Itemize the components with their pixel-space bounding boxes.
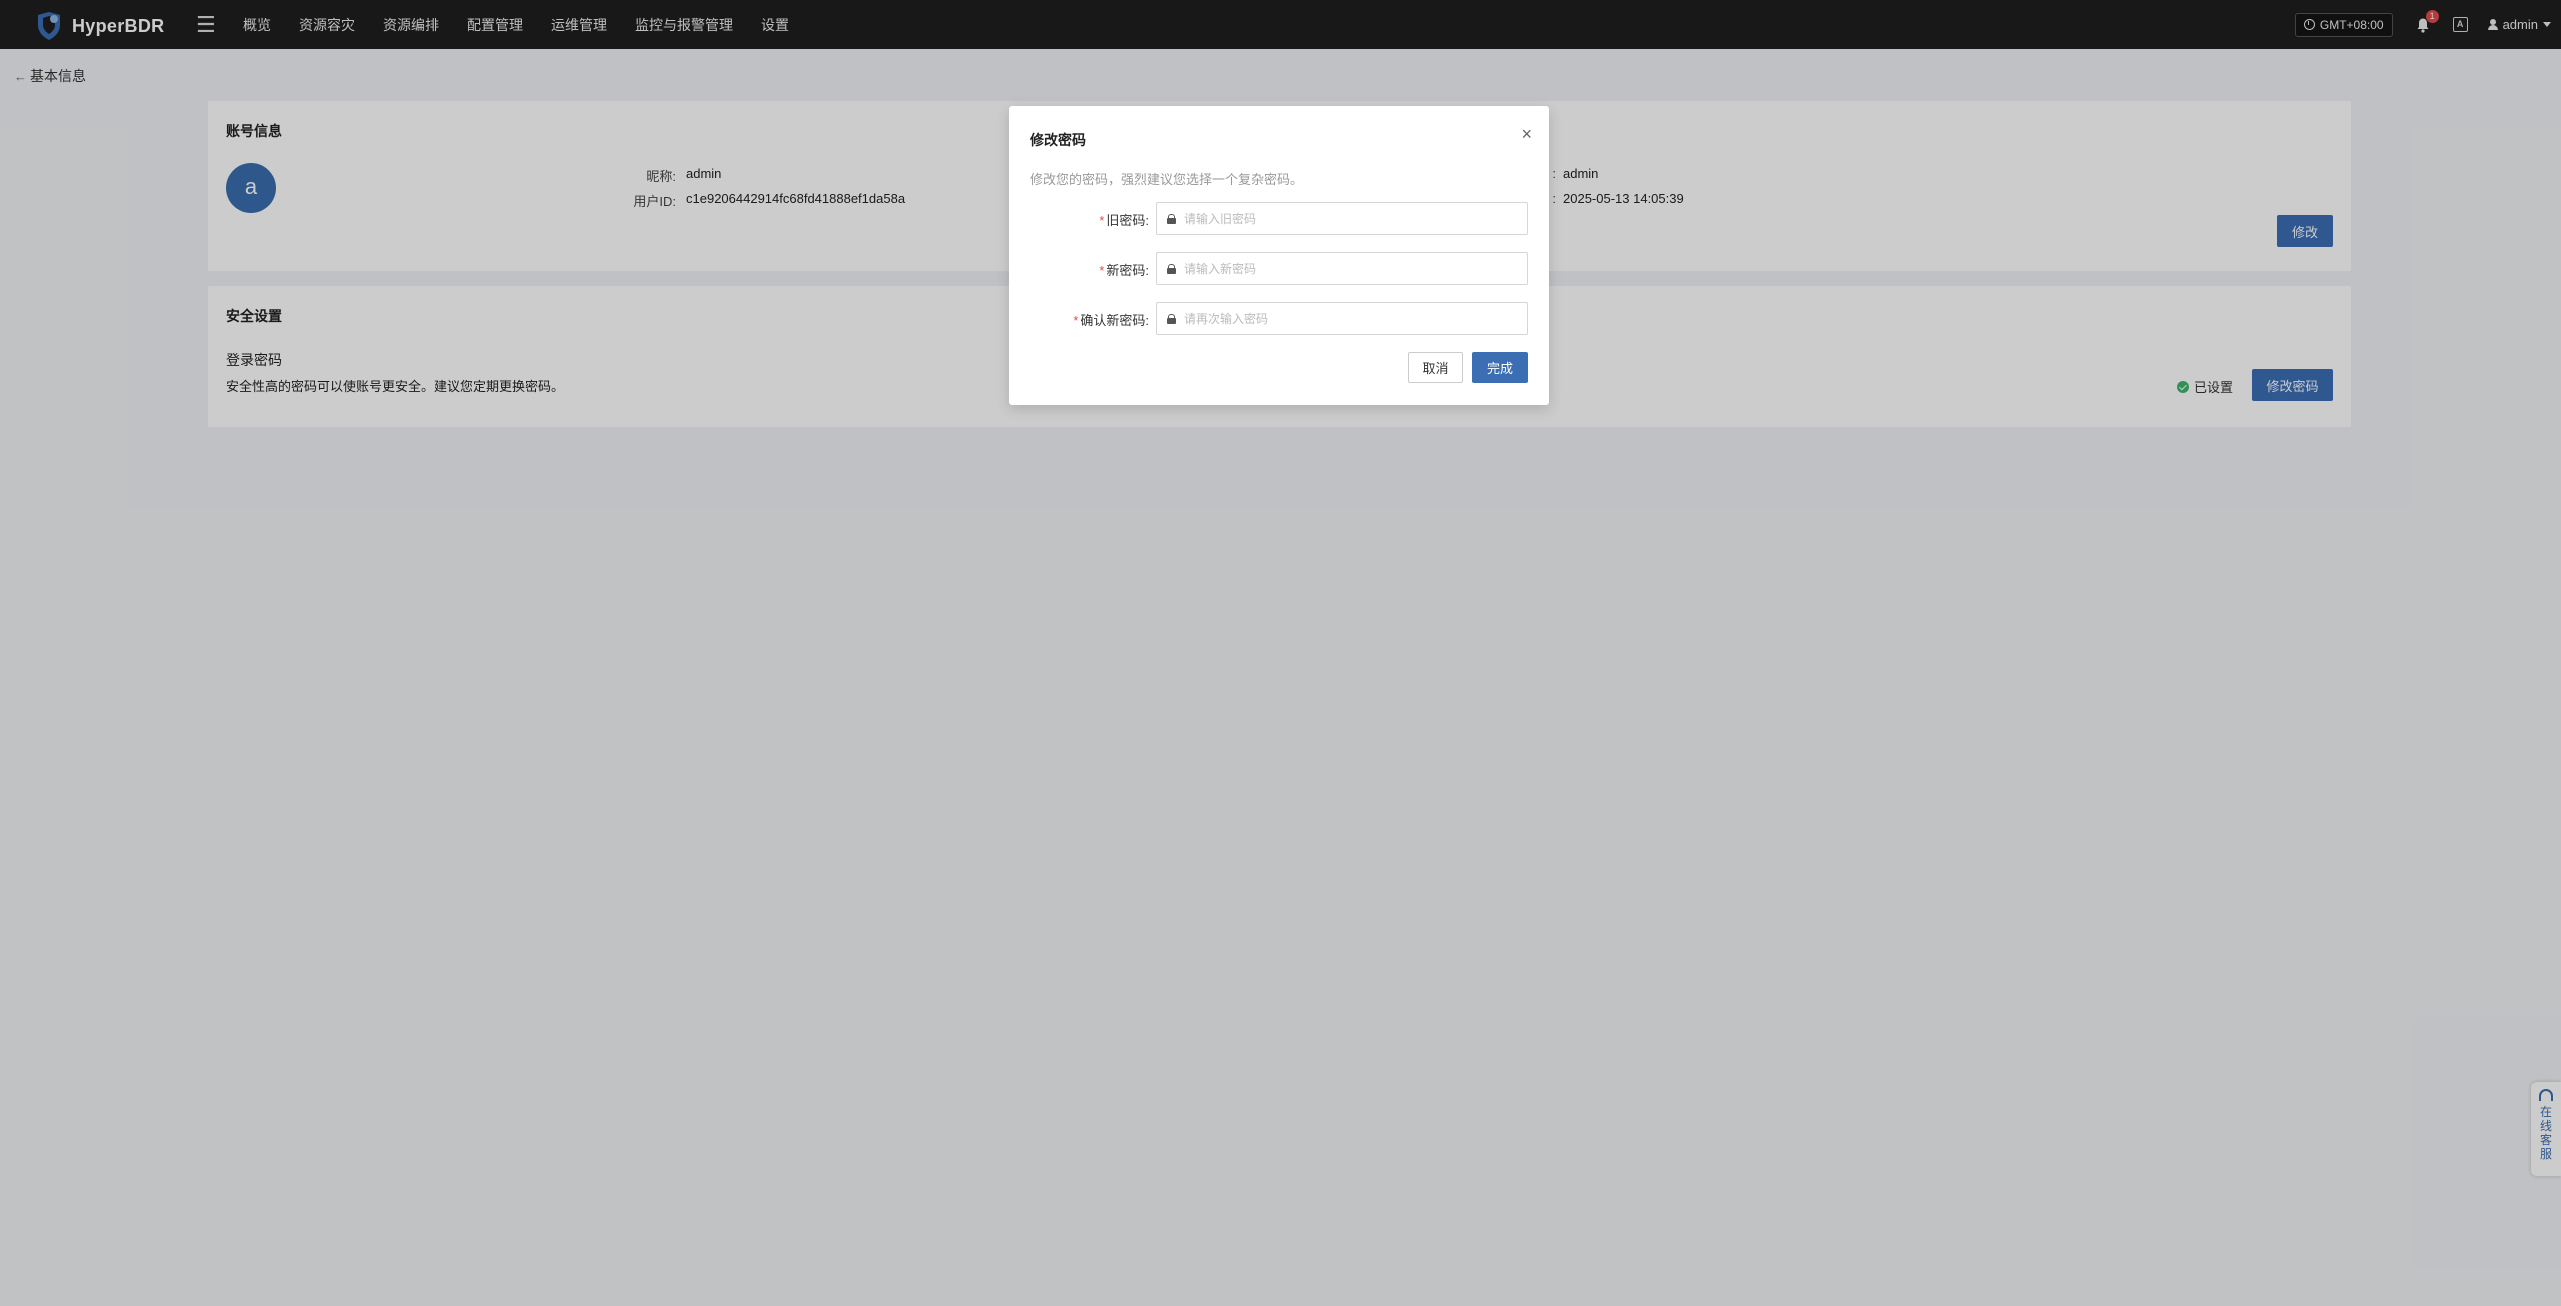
dialog-title: 修改密码 <box>1030 132 1086 148</box>
new-password-input[interactable] <box>1184 261 1504 276</box>
new-password-field[interactable] <box>1156 252 1528 285</box>
lock-icon <box>1167 313 1176 324</box>
new-password-label: * 新密码: <box>1009 260 1149 279</box>
dialog-description: 修改您的密码，强烈建议您选择一个复杂密码。 <box>1030 172 1304 187</box>
confirm-password-field[interactable] <box>1156 302 1528 335</box>
new-password-row: * 新密码: <box>1009 252 1549 285</box>
old-password-input[interactable] <box>1184 211 1504 226</box>
confirm-password-label: * 确认新密码: <box>1009 310 1149 329</box>
old-password-label-text: 旧密码: <box>1106 213 1149 228</box>
change-password-dialog: 修改密码 × 修改您的密码，强烈建议您选择一个复杂密码。 * 旧密码: * 新密码:… <box>1009 106 1549 405</box>
old-password-label: * 旧密码: <box>1009 210 1149 229</box>
new-password-label-text: 新密码: <box>1106 263 1149 278</box>
cancel-button[interactable]: 取消 <box>1408 352 1463 383</box>
lock-icon <box>1167 213 1176 224</box>
required-mark: * <box>1099 213 1105 228</box>
confirm-password-input[interactable] <box>1184 311 1504 326</box>
confirm-button[interactable]: 完成 <box>1472 352 1528 383</box>
confirm-password-row: * 确认新密码: <box>1009 302 1549 335</box>
close-icon[interactable]: × <box>1521 124 1532 145</box>
old-password-row: * 旧密码: <box>1009 202 1549 235</box>
old-password-field[interactable] <box>1156 202 1528 235</box>
confirm-password-label-text: 确认新密码: <box>1080 313 1149 328</box>
required-mark: * <box>1099 263 1105 278</box>
required-mark: * <box>1073 313 1079 328</box>
lock-icon <box>1167 263 1176 274</box>
